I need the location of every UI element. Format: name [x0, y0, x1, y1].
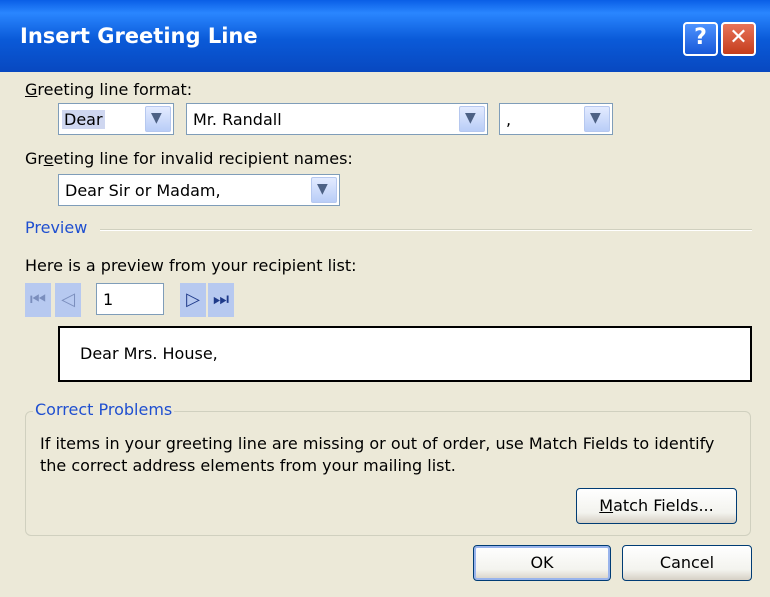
preview-intro-text: Here is a preview from your recipient li… [25, 256, 357, 275]
record-number-input[interactable]: 1 [96, 283, 164, 315]
correct-problems-label: Correct Problems [33, 400, 175, 419]
invalid-names-label: Greeting line for invalid recipient name… [25, 149, 353, 168]
invalid-names-value: Dear Sir or Madam, [65, 181, 221, 200]
help-icon: ? [694, 25, 707, 50]
help-button[interactable]: ? [683, 22, 718, 56]
punctuation-select[interactable]: , ▼ [499, 103, 613, 135]
dialog-title: Insert Greeting Line [20, 24, 258, 48]
preview-separator [100, 229, 752, 231]
next-record-icon[interactable]: ▷ [180, 283, 206, 317]
first-record-icon[interactable]: ⏮ [25, 283, 51, 317]
previous-record-icon[interactable]: ◁ [55, 283, 81, 317]
greeting-format-accel: G [25, 80, 38, 99]
cancel-button[interactable]: Cancel [622, 545, 752, 581]
chevron-down-icon[interactable]: ▼ [145, 106, 171, 132]
insert-greeting-line-dialog: Insert Greeting Line ? ✕ Greeting line f… [0, 0, 770, 597]
invalid-names-label-pre: Gr [25, 149, 44, 168]
chevron-down-icon[interactable]: ▼ [459, 106, 485, 132]
correct-problems-description: If items in your greeting line are missi… [40, 434, 715, 475]
invalid-names-select[interactable]: Dear Sir or Madam, ▼ [58, 174, 340, 206]
invalid-names-label-rest: eting line for invalid recipient names: [53, 149, 353, 168]
match-fields-label-rest: atch Fields... [613, 496, 714, 515]
match-fields-button[interactable]: Match Fields... [576, 488, 737, 524]
greeting-preview-text: Dear Mrs. House, [80, 344, 218, 363]
last-record-icon[interactable]: ⏭ [208, 283, 234, 317]
name-format-select[interactable]: Mr. Randall ▼ [186, 103, 488, 135]
name-format-value: Mr. Randall [193, 110, 282, 129]
greeting-format-label-rest: reeting line format: [37, 80, 193, 99]
salutation-select[interactable]: Dear ▼ [58, 103, 174, 135]
title-bar: Insert Greeting Line ? ✕ [0, 0, 770, 72]
close-icon: ✕ [729, 25, 748, 50]
record-number-value: 1 [103, 290, 114, 309]
ok-button[interactable]: OK [473, 545, 611, 581]
preview-section-label: Preview [25, 218, 94, 237]
salutation-value: Dear [62, 110, 105, 129]
invalid-names-accel: e [43, 149, 54, 168]
close-button[interactable]: ✕ [721, 22, 756, 56]
punctuation-value: , [506, 110, 512, 129]
match-fields-accel: M [599, 496, 614, 515]
greeting-format-label: Greeting line format: [25, 80, 192, 99]
chevron-down-icon[interactable]: ▼ [584, 106, 610, 132]
chevron-down-icon[interactable]: ▼ [311, 177, 337, 203]
greeting-preview-box: Dear Mrs. House, [58, 326, 752, 382]
